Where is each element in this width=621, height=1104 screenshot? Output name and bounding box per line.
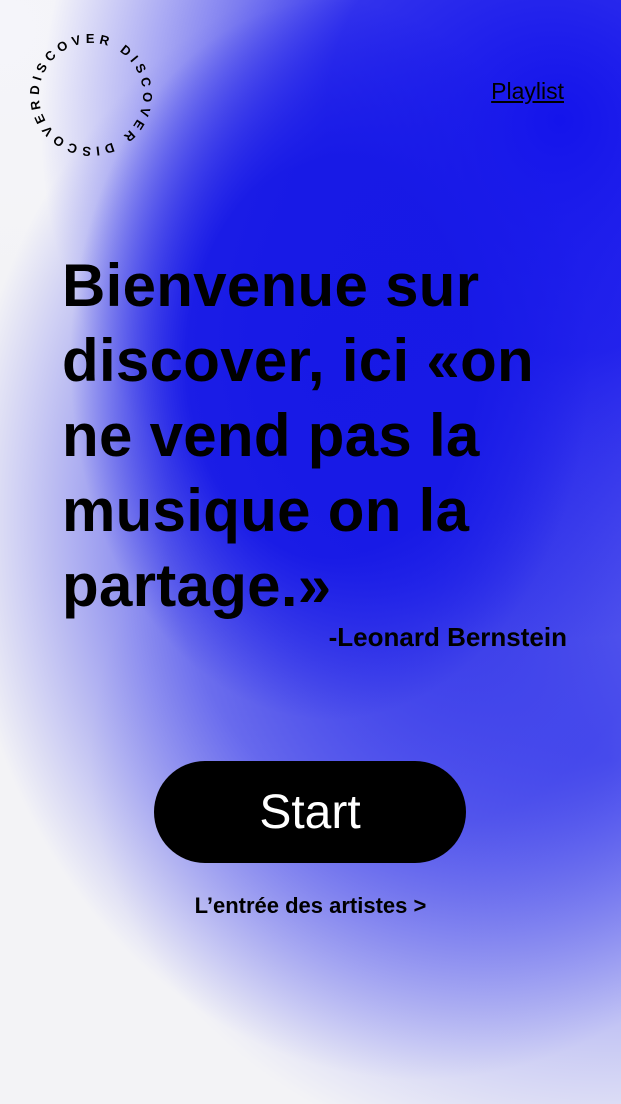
welcome-quote: Bienvenue sur discover, ici «on ne vend …	[62, 252, 534, 619]
discover-circular-logo: DISCOVER DISCOVER DISCOVER	[20, 24, 162, 166]
playlist-link[interactable]: Playlist	[491, 78, 564, 105]
artists-entrance-link[interactable]: L’entrée des artistes >	[0, 893, 621, 919]
circular-text-icon: DISCOVER DISCOVER DISCOVER	[27, 31, 155, 159]
quote-author: -Leonard Bernstein	[328, 622, 567, 652]
start-button[interactable]: Start	[154, 761, 466, 863]
badge-text: DISCOVER DISCOVER DISCOVER	[27, 31, 155, 159]
